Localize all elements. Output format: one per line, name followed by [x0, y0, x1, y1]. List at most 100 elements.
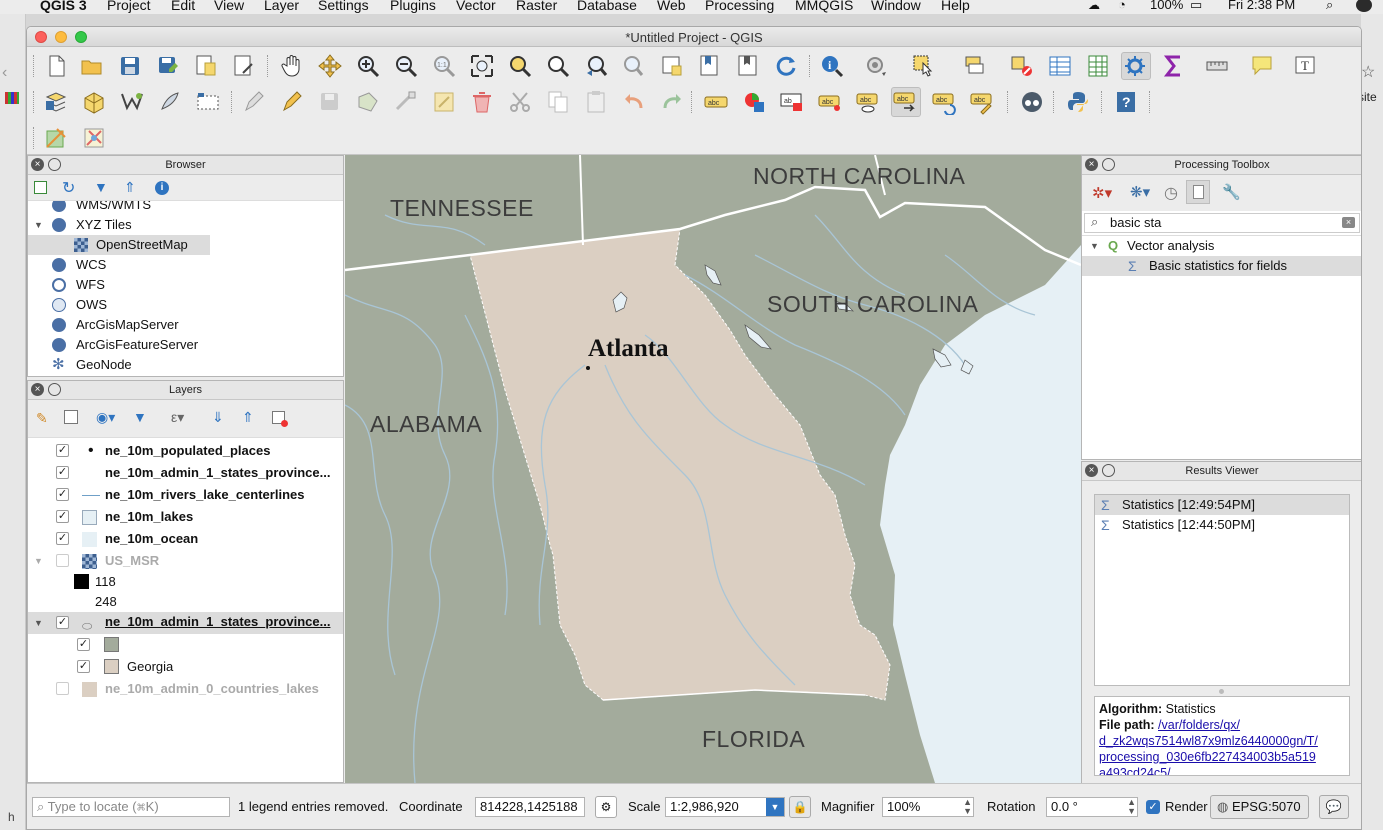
result-item[interactable]: Σ Statistics [12:44:50PM]: [1095, 515, 1349, 535]
rotate-label-icon[interactable]: abc: [931, 89, 957, 116]
processing-toolbox-icon[interactable]: [1121, 52, 1151, 80]
pin-unpin-labels-icon[interactable]: abc: [817, 89, 843, 115]
layer-diagram-options-icon[interactable]: [741, 89, 767, 115]
menu-processing[interactable]: Processing: [705, 0, 774, 14]
filter-browser-icon[interactable]: ▼: [94, 179, 108, 195]
spin-arrows-icon[interactable]: ▲ ▼: [963, 798, 972, 816]
clock[interactable]: Fri 2:38 PM: [1228, 0, 1295, 14]
copy-features-icon[interactable]: [545, 89, 571, 115]
category-row-georgia[interactable]: ✓ Georgia: [28, 657, 343, 677]
spin-arrows-icon[interactable]: ▲ ▼: [1127, 798, 1136, 816]
paste-features-icon[interactable]: [583, 89, 609, 115]
layer-visibility-checkbox[interactable]: ✓: [56, 616, 69, 629]
new-shapefile-layer-icon[interactable]: [119, 89, 145, 115]
menu-edit[interactable]: Edit: [171, 0, 195, 14]
battery-icon[interactable]: ▭: [1190, 0, 1202, 14]
highlight-pinned-labels-icon[interactable]: ab: [779, 89, 805, 115]
modify-attributes-icon[interactable]: [431, 89, 457, 115]
window-titlebar[interactable]: *Untitled Project - QGIS: [27, 27, 1361, 47]
menu-vector[interactable]: Vector: [456, 0, 496, 14]
add-polygon-feature-icon[interactable]: [355, 89, 381, 115]
menu-database[interactable]: Database: [577, 0, 637, 14]
pan-map-icon[interactable]: [279, 53, 305, 79]
toolbox-search-field[interactable]: ⌕ basic sta ×: [1084, 213, 1360, 233]
category-checkbox[interactable]: ✓: [77, 638, 90, 651]
toolbox-tool-basic-statistics[interactable]: Σ Basic statistics for fields: [1082, 256, 1361, 276]
zoom-to-layer-icon[interactable]: [545, 53, 571, 79]
filter-by-expression-icon[interactable]: ε▾: [171, 409, 184, 426]
layer-visibility-checkbox[interactable]: ✓: [56, 466, 69, 479]
browser-item-xyz-tiles[interactable]: ▼ XYZ Tiles: [32, 215, 343, 235]
new-spatialite-layer-icon[interactable]: [157, 89, 183, 115]
category-checkbox[interactable]: ✓: [77, 660, 90, 673]
zoom-full-icon[interactable]: [469, 53, 495, 79]
layer-visibility-checkbox[interactable]: ✓: [56, 510, 69, 523]
new-bookmark-icon[interactable]: [697, 53, 723, 79]
toggle-editing-icon[interactable]: [279, 89, 305, 115]
save-as-icon[interactable]: [155, 53, 181, 79]
deselect-features-icon[interactable]: [1009, 53, 1035, 79]
save-project-icon[interactable]: [117, 53, 143, 79]
layer-row-countries-lakes[interactable]: ne_10m_admin_0_countries_lakes: [28, 679, 343, 699]
browser-item-openstreetmap[interactable]: OpenStreetMap: [28, 235, 210, 255]
statistical-summary-icon[interactable]: [1161, 53, 1187, 79]
select-by-value-icon[interactable]: [963, 53, 989, 79]
wifi-icon[interactable]: ◔: [1118, 0, 1126, 14]
new-print-layout-icon[interactable]: [193, 53, 219, 79]
layer-row-rivers[interactable]: ✓ ne_10m_rivers_lake_centerlines: [28, 485, 343, 505]
layer-visibility-checkbox[interactable]: [56, 554, 69, 567]
qgis-plugin-icon[interactable]: [81, 125, 107, 151]
back-arrow-icon[interactable]: ‹: [2, 64, 7, 82]
filter-legend-icon[interactable]: ▼: [133, 409, 147, 425]
show-bookmarks-icon[interactable]: [735, 53, 761, 79]
run-feature-action-icon[interactable]: [863, 53, 889, 79]
splitter-handle[interactable]: [1219, 689, 1224, 694]
messages-icon[interactable]: 💬: [1319, 795, 1349, 819]
rotation-spinbox[interactable]: 0.0 ° ▲ ▼: [1046, 797, 1138, 817]
apps-grid-icon[interactable]: [5, 92, 19, 104]
layer-row-populated-places[interactable]: ✓ • ne_10m_populated_places: [28, 441, 343, 461]
expand-arrow-icon[interactable]: ▼: [34, 613, 43, 633]
save-edits-icon[interactable]: [317, 89, 343, 115]
results-viewer-toggle-icon[interactable]: [1186, 180, 1210, 204]
menu-window[interactable]: Window: [871, 0, 921, 14]
crs-button[interactable]: ◍ EPSG:5070: [1210, 795, 1309, 819]
layer-row-admin-1-states-georgia[interactable]: ▼ ✓ ⬭ ne_10m_admin_1_states_province...: [28, 612, 343, 634]
open-project-icon[interactable]: [79, 53, 105, 79]
options-wrench-icon[interactable]: 🔧: [1222, 183, 1241, 201]
undo-icon[interactable]: [621, 89, 647, 115]
move-label-icon[interactable]: abc: [891, 87, 921, 117]
attribute-table-icon[interactable]: [1047, 53, 1073, 79]
add-selected-layers-icon[interactable]: [34, 181, 47, 194]
refresh-icon[interactable]: [773, 53, 799, 79]
map-canvas[interactable]: TENNESSEE NORTH CAROLINA SOUTH CAROLINA …: [345, 155, 1081, 783]
file-path-link[interactable]: processing_030e6fb227434003b5a519: [1099, 749, 1345, 765]
layer-visibility-checkbox[interactable]: [56, 682, 69, 695]
menu-view[interactable]: View: [214, 0, 244, 14]
menu-layer[interactable]: Layer: [264, 0, 299, 14]
menu-app-name[interactable]: QGIS 3: [40, 0, 87, 14]
measure-line-icon[interactable]: [1205, 53, 1231, 79]
pan-to-selection-icon[interactable]: [317, 53, 343, 79]
zoom-to-selection-icon[interactable]: [507, 53, 533, 79]
expand-arrow-icon[interactable]: ▼: [1090, 236, 1099, 256]
menu-help[interactable]: Help: [941, 0, 970, 14]
mmqgis-icon[interactable]: [1019, 89, 1045, 115]
coordinate-field[interactable]: 814228,1425188: [475, 797, 585, 817]
data-source-manager-icon[interactable]: [43, 89, 69, 115]
star-icon[interactable]: ☆: [1361, 62, 1375, 82]
layer-visibility-checkbox[interactable]: ✓: [56, 532, 69, 545]
identify-features-icon[interactable]: i: [819, 53, 845, 79]
new-geopackage-layer-icon[interactable]: [81, 89, 107, 115]
collapse-all-icon[interactable]: ⇑: [124, 179, 136, 196]
vertex-tool-icon[interactable]: [393, 89, 419, 115]
zoom-next-icon[interactable]: [621, 53, 647, 79]
delete-selected-icon[interactable]: [469, 89, 495, 115]
zoom-native-resolution-icon[interactable]: 1:1: [431, 53, 457, 79]
cut-features-icon[interactable]: [507, 89, 533, 115]
new-temporary-layer-icon[interactable]: [195, 89, 221, 115]
field-calculator-icon[interactable]: [1085, 53, 1111, 79]
layout-manager-icon[interactable]: [231, 53, 257, 79]
scripts-icon[interactable]: ❋▾: [1130, 183, 1150, 201]
redo-icon[interactable]: [659, 89, 685, 115]
